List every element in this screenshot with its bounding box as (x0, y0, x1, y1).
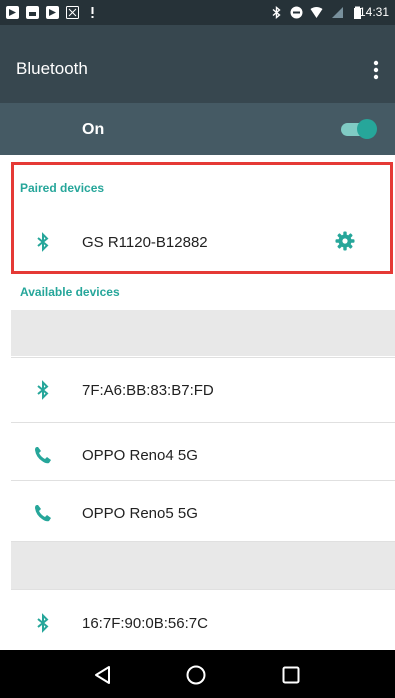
device-name: 7F:A6:BB:83:B7:FD (82, 382, 214, 399)
highlight-box (11, 162, 393, 274)
sim-icon (66, 6, 79, 19)
bluetooth-icon (37, 380, 49, 400)
available-device-row[interactable]: 7F:A6:BB:83:B7:FD (0, 358, 395, 422)
app-bar: Bluetooth (0, 25, 395, 103)
scanning-band (11, 542, 395, 589)
status-time: 14:31 (358, 5, 389, 19)
scanning-band (11, 310, 395, 356)
divider (11, 589, 395, 590)
available-devices-header: Available devices (20, 285, 120, 299)
home-icon[interactable] (185, 664, 207, 686)
device-name: OPPO Reno5 5G (82, 505, 198, 522)
available-device-row[interactable]: 16:7F:90:0B:56:7C (0, 593, 395, 649)
status-bar: 14:31 (0, 0, 395, 25)
device-name: OPPO Reno4 5G (82, 447, 198, 464)
bluetooth-toggle-row[interactable]: On (0, 103, 395, 155)
recents-icon[interactable] (280, 664, 302, 686)
phone-icon (35, 447, 51, 464)
back-icon[interactable] (92, 664, 114, 686)
signal-icon (332, 7, 343, 18)
wifi-icon (310, 7, 323, 18)
more-vert-icon[interactable] (371, 59, 381, 81)
bluetooth-icon (37, 613, 49, 633)
toggle-label: On (82, 121, 105, 138)
do-not-disturb-icon (290, 6, 303, 19)
switch-thumb (357, 119, 377, 139)
bluetooth-switch[interactable] (341, 119, 377, 139)
alert-icon (91, 7, 94, 18)
device-name: 16:7F:90:0B:56:7C (82, 615, 208, 632)
available-device-row[interactable]: OPPO Reno5 5G (0, 481, 395, 545)
phone-icon (35, 505, 51, 522)
page-title: Bluetooth (16, 59, 88, 78)
message-icon (26, 6, 39, 19)
bluetooth-icon (272, 6, 281, 19)
notification-icon (46, 6, 59, 19)
available-device-row[interactable]: OPPO Reno4 5G (0, 423, 395, 487)
navigation-bar (0, 650, 395, 698)
notification-icon (6, 6, 19, 19)
